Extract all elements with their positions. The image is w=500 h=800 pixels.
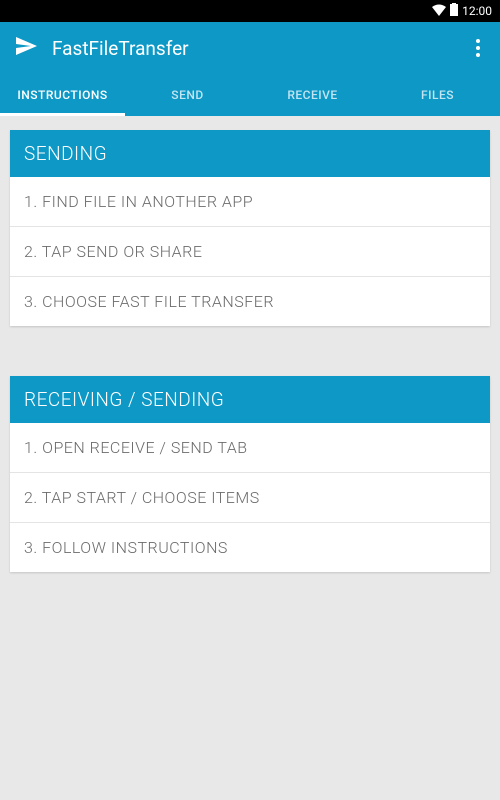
wifi-icon: [432, 4, 446, 19]
main-content: SENDING 1. FIND FILE IN ANOTHER APP 2. T…: [0, 116, 500, 636]
tab-files[interactable]: FILES: [375, 74, 500, 116]
section-header: RECEIVING / SENDING: [10, 376, 490, 423]
list-item: 3. CHOOSE FAST FILE TRANSFER: [10, 277, 490, 326]
tab-receive[interactable]: RECEIVE: [250, 74, 375, 116]
list-item: 1. FIND FILE IN ANOTHER APP: [10, 177, 490, 227]
tab-instructions[interactable]: INSTRUCTIONS: [0, 74, 125, 116]
list-item: 3. FOLLOW INSTRUCTIONS: [10, 523, 490, 572]
section-sending: SENDING 1. FIND FILE IN ANOTHER APP 2. T…: [10, 130, 490, 326]
list-item: 2. TAP SEND OR SHARE: [10, 227, 490, 277]
list-item: 1. OPEN RECEIVE / SEND TAB: [10, 423, 490, 473]
clock-text: 12:00: [462, 4, 492, 18]
battery-icon: [450, 3, 458, 19]
section-receiving-sending: RECEIVING / SENDING 1. OPEN RECEIVE / SE…: [10, 376, 490, 572]
status-bar: 12:00: [0, 0, 500, 22]
tab-bar: INSTRUCTIONS SEND RECEIVE FILES: [0, 74, 500, 116]
app-header: FastFileTransfer: [0, 22, 500, 74]
more-vert-icon[interactable]: [470, 33, 486, 63]
app-title: FastFileTransfer: [52, 37, 470, 60]
list-item: 2. TAP START / CHOOSE ITEMS: [10, 473, 490, 523]
section-header: SENDING: [10, 130, 490, 177]
paper-plane-icon: [14, 34, 38, 62]
tab-send[interactable]: SEND: [125, 74, 250, 116]
